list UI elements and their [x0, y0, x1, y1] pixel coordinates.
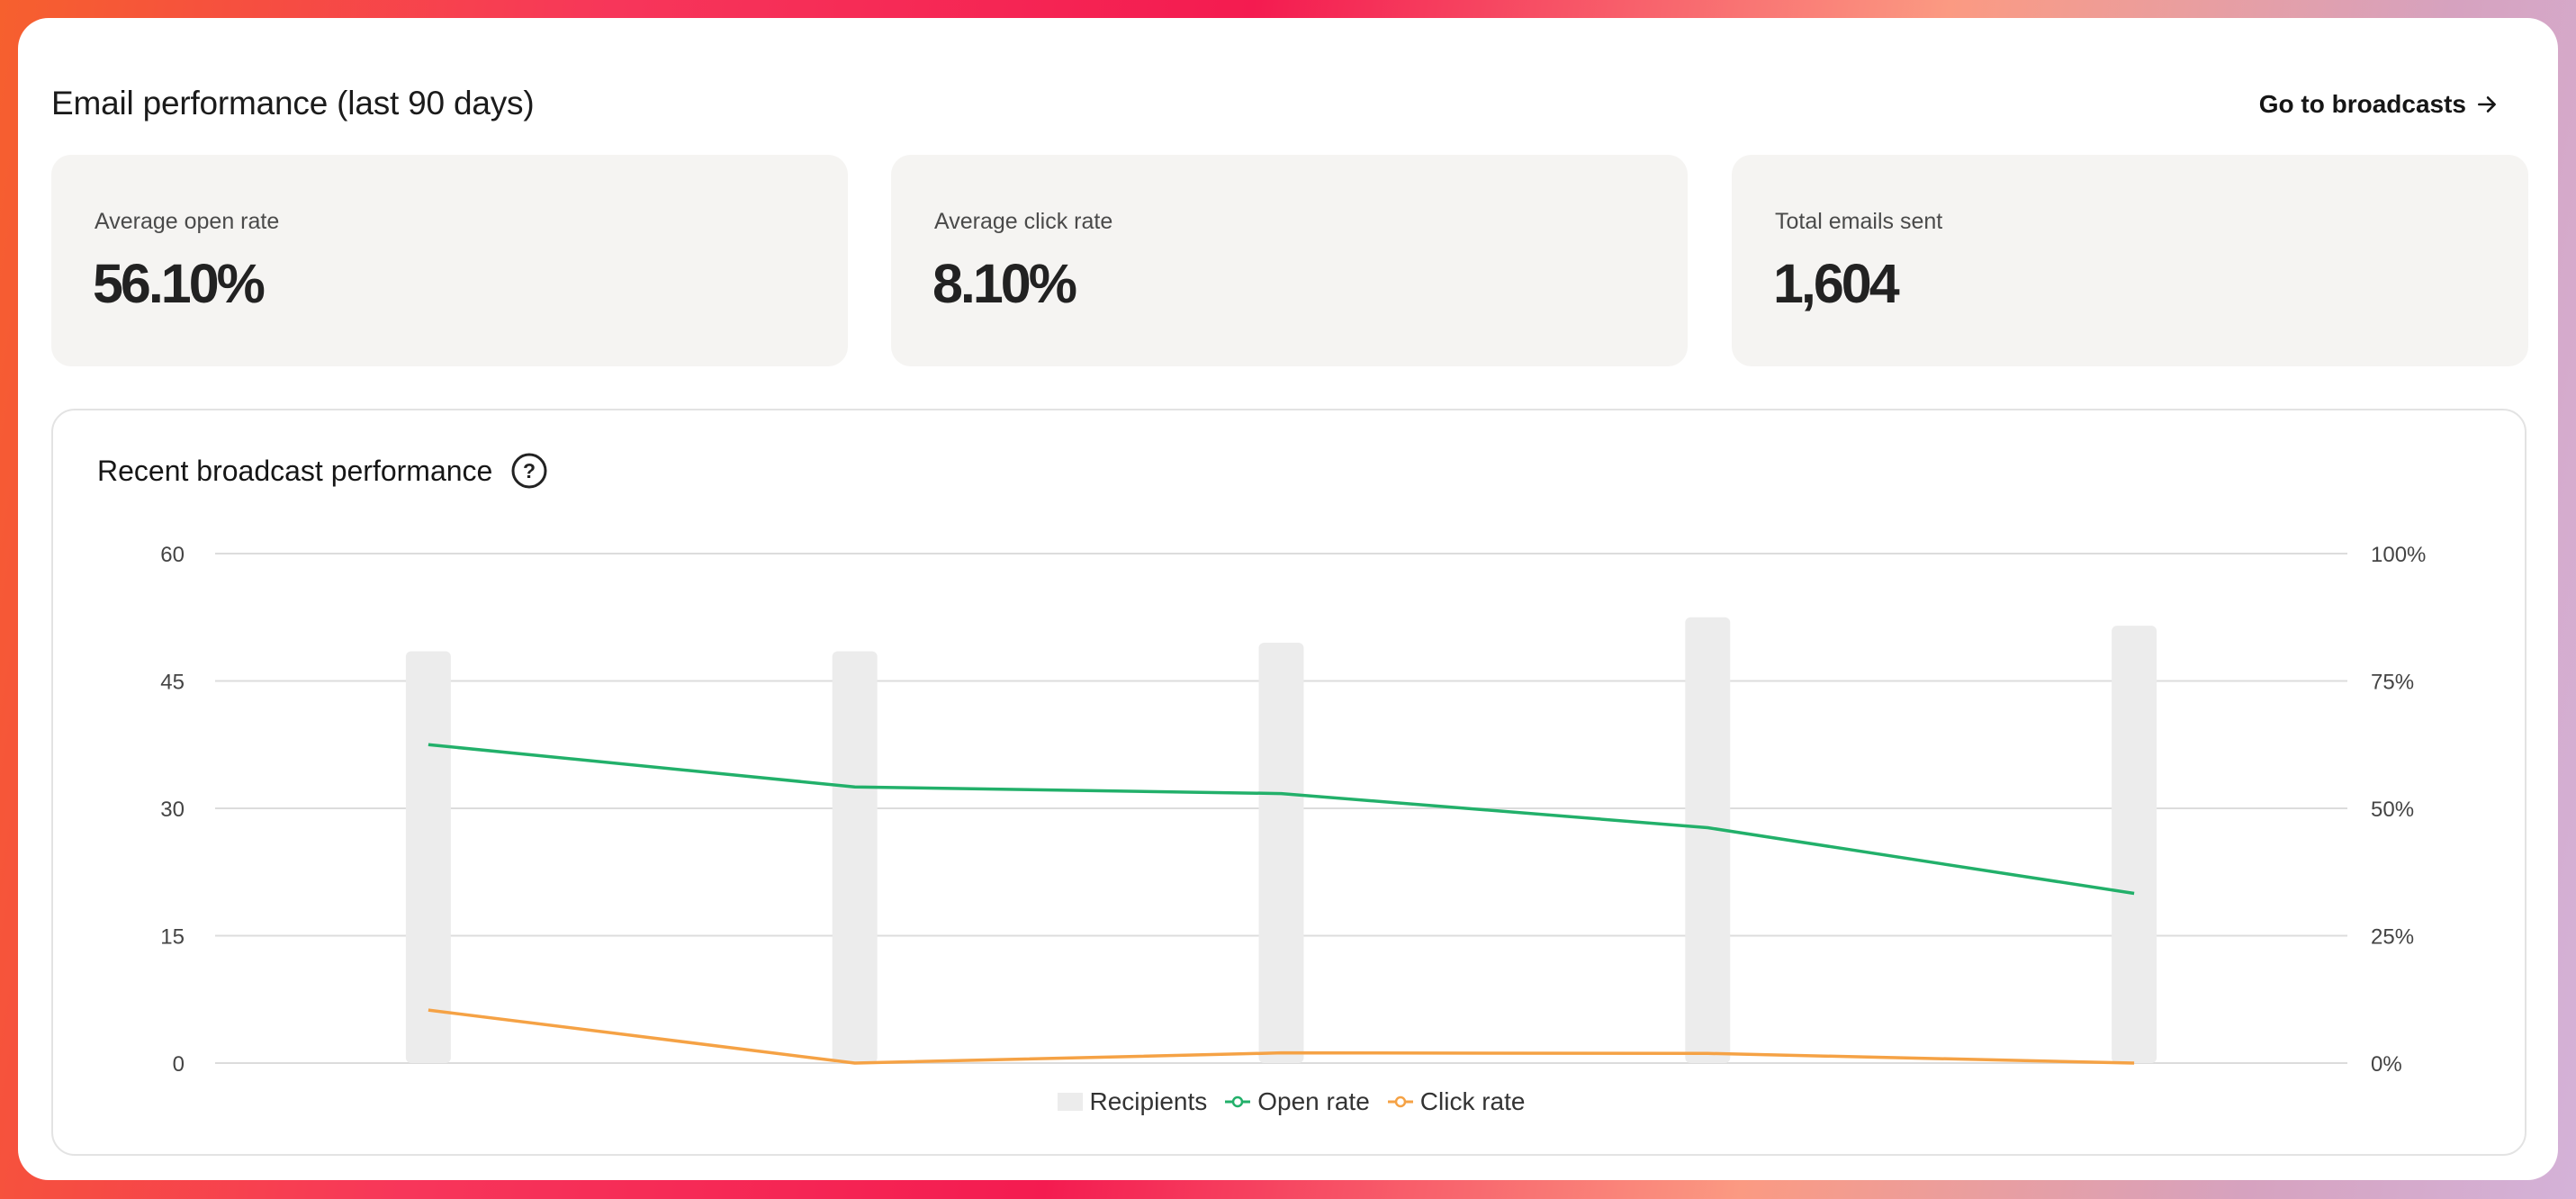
recipients-bar	[1258, 643, 1304, 1063]
stat-value: 56.10%	[93, 253, 266, 314]
legend-item-open-rate[interactable]: Open rate	[1225, 1087, 1370, 1116]
recipients-bar	[1685, 617, 1731, 1063]
page-title: Email performance (last 90 days)	[51, 85, 535, 122]
y2-tick-label: 25%	[2371, 925, 2414, 950]
y2-tick-label: 100%	[2371, 543, 2426, 567]
stat-value: 8.10%	[932, 253, 1077, 314]
recipients-bar	[405, 651, 451, 1063]
legend-label: Recipients	[1089, 1087, 1208, 1115]
stat-card-open-rate: Average open rate 56.10%	[51, 155, 848, 366]
stat-card-total-sent: Total emails sent 1,604	[1732, 155, 2528, 366]
y-tick-label: 60	[160, 543, 185, 567]
chart-legend: Recipients Open rate Click rate	[53, 1087, 2525, 1116]
broadcast-chart: 0 15 30 45 60 0% 25% 50% 75% 100%	[160, 543, 2426, 1077]
y-tick-label: 0	[173, 1052, 185, 1077]
y-tick-label: 30	[160, 798, 185, 822]
stat-label: Average open rate	[95, 209, 280, 234]
stat-label: Average click rate	[934, 209, 1113, 234]
go-to-broadcasts-label: Go to broadcasts	[2258, 90, 2466, 118]
stat-card-click-rate: Average click rate 8.10%	[891, 155, 1688, 366]
legend-label: Open rate	[1257, 1087, 1370, 1115]
y-tick-label: 45	[160, 671, 185, 695]
legend-item-click-rate[interactable]: Click rate	[1387, 1087, 1526, 1116]
y2-tick-label: 50%	[2371, 798, 2414, 822]
stat-label: Total emails sent	[1775, 209, 1943, 234]
legend-label: Click rate	[1419, 1087, 1526, 1115]
legend-item-recipients[interactable]: Recipients	[1057, 1087, 1208, 1116]
recipients-swatch	[1057, 1093, 1083, 1111]
email-performance-panel: Email performance (last 90 days) Go to b…	[18, 18, 2558, 1180]
broadcast-performance-card: Recent broadcast performance ? 0 15 30 45 60…	[51, 409, 2526, 1156]
click-rate-swatch	[1387, 1095, 1413, 1108]
y-tick-label: 15	[160, 925, 185, 950]
stat-value: 1,604	[1773, 253, 1900, 314]
arrow-right-icon	[2478, 96, 2496, 113]
y2-tick-label: 75%	[2371, 671, 2414, 695]
recipients-bar	[832, 651, 878, 1063]
y2-tick-label: 0%	[2371, 1052, 2402, 1077]
recipients-bar	[2112, 626, 2157, 1063]
open-rate-swatch	[1225, 1095, 1251, 1108]
go-to-broadcasts-button[interactable]: Go to broadcasts	[2259, 90, 2499, 119]
